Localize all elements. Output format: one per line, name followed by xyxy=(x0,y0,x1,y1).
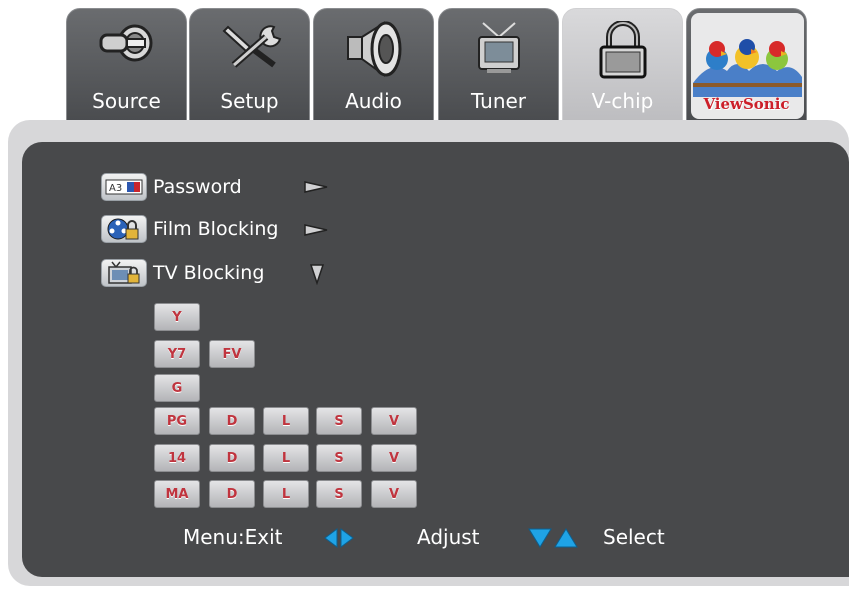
rating-14-button[interactable]: 14 xyxy=(154,444,200,472)
menu-item-password[interactable]: A3 Password xyxy=(101,172,242,202)
content-d-button[interactable]: D xyxy=(209,444,255,472)
rating-y-button[interactable]: Y xyxy=(154,303,200,331)
adjust-hint: Adjust xyxy=(417,525,480,549)
content-l-button[interactable]: L xyxy=(263,444,309,472)
padlock-icon xyxy=(599,21,647,79)
content-v-button[interactable]: V xyxy=(371,407,417,435)
vchip-panel xyxy=(22,142,849,577)
down-arrow-icon[interactable] xyxy=(309,263,325,285)
tab-label: Setup xyxy=(220,89,279,113)
content-l-button[interactable]: L xyxy=(263,407,309,435)
tab-source[interactable]: Source xyxy=(66,8,187,122)
password-keypad-icon: A3 xyxy=(101,173,147,201)
left-right-arrows-icon xyxy=(324,528,354,548)
content-l-button[interactable]: L xyxy=(263,480,309,508)
rating-y7-button[interactable]: Y7 xyxy=(154,340,200,368)
content-s-button[interactable]: S xyxy=(316,444,362,472)
svg-text:A3: A3 xyxy=(109,183,122,194)
film-lock-icon xyxy=(101,215,147,243)
menu-label: Password xyxy=(153,176,242,198)
content-s-button[interactable]: S xyxy=(316,407,362,435)
menu-item-tv-blocking[interactable]: TV Blocking xyxy=(101,258,264,288)
tab-setup[interactable]: Setup xyxy=(189,8,310,122)
content-d-button[interactable]: D xyxy=(209,407,255,435)
tv-lock-icon xyxy=(101,259,147,287)
menu-exit-hint: Menu:Exit xyxy=(183,525,283,549)
select-hint: Select xyxy=(603,525,665,549)
source-cable-icon xyxy=(99,24,153,62)
tab-label: V-chip xyxy=(591,89,654,113)
right-arrow-icon[interactable] xyxy=(303,180,329,194)
content-fv-button[interactable]: FV xyxy=(209,340,255,368)
tab-label: Tuner xyxy=(470,89,527,113)
speaker-icon xyxy=(347,21,402,77)
content-d-button[interactable]: D xyxy=(209,480,255,508)
up-down-arrows-icon xyxy=(528,528,578,548)
menu-label: Film Blocking xyxy=(153,218,279,240)
tab-vchip[interactable]: V-chip xyxy=(562,8,683,122)
content-v-button[interactable]: V xyxy=(371,480,417,508)
tab-audio[interactable]: Audio xyxy=(313,8,434,122)
content-v-button[interactable]: V xyxy=(371,444,417,472)
tv-antenna-icon xyxy=(478,22,520,73)
rating-pg-button[interactable]: PG xyxy=(154,407,200,435)
tools-icon xyxy=(222,25,282,68)
rating-ma-button[interactable]: MA xyxy=(154,480,200,508)
rating-g-button[interactable]: G xyxy=(154,374,200,402)
tab-label: Source xyxy=(92,89,161,113)
right-arrow-icon[interactable] xyxy=(303,223,329,237)
menu-item-film-blocking[interactable]: Film Blocking xyxy=(101,214,278,244)
menu-label: TV Blocking xyxy=(153,262,265,284)
tab-label: Audio xyxy=(345,89,402,113)
vchip-osd-screen: Source Setup Audio Tuner V-chip ViewSoni… xyxy=(0,0,849,590)
brand-logo-tab: ViewSonic xyxy=(686,8,807,122)
brand-wordmark: ViewSonic xyxy=(703,95,790,113)
content-s-button[interactable]: S xyxy=(316,480,362,508)
tab-tuner[interactable]: Tuner xyxy=(438,8,559,122)
